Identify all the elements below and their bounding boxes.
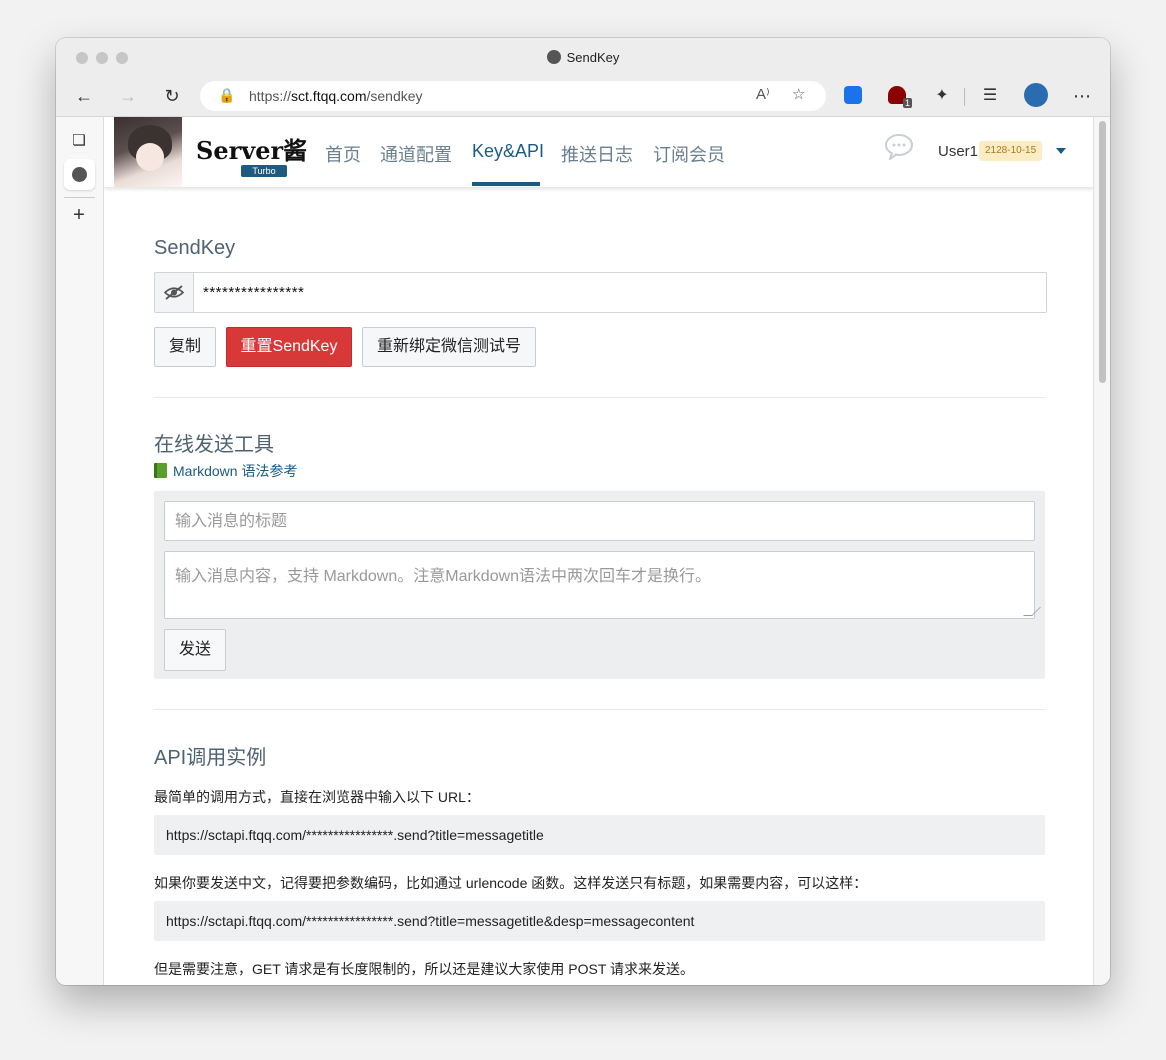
browser-window: SendKey ← → ↻ 🔒 https://sct.ftqq.com/sen… [56, 38, 1110, 985]
markdown-reference-link[interactable]: Markdown 语法参考 [154, 461, 297, 481]
url-text: https://sct.ftqq.com/sendkey [249, 88, 423, 104]
resize-handle-icon[interactable] [1023, 607, 1041, 616]
nav-link-key-api[interactable]: Key&API [472, 141, 544, 162]
toggle-visibility-button[interactable] [155, 273, 194, 312]
tab-actions-icon[interactable]: ❏ [67, 129, 91, 153]
reload-icon[interactable]: ↻ [160, 84, 184, 108]
page-content: Server酱 Turbo 首页 通道配置 Key&API 推送日志 订阅会员 … [104, 117, 1094, 985]
extension-j-icon[interactable] [844, 86, 862, 104]
favorites-icon[interactable]: ☰ [978, 84, 1002, 108]
sendkey-masked-value[interactable]: **************** [203, 273, 304, 312]
membership-expiry-badge: 2128-10-15 [979, 141, 1043, 161]
sendkey-heading: SendKey [154, 237, 236, 259]
sidebar-divider [64, 197, 95, 198]
api-get-limit-note: 但是需要注意，GET 请求是有长度限制的，所以还是建议大家使用 POST 请求来… [154, 961, 695, 977]
mascot-logo-image [114, 117, 182, 187]
site-navbar: Server酱 Turbo 首页 通道配置 Key&API 推送日志 订阅会员 … [104, 117, 1094, 187]
nav-link-push-log[interactable]: 推送日志 [561, 141, 633, 167]
sidebar-tab-sendkey[interactable] [64, 159, 95, 190]
address-bar[interactable]: 🔒 https://sct.ftqq.com/sendkey A⁾ ☆ [200, 81, 826, 111]
message-title-input[interactable]: 输入消息的标题 [164, 501, 1035, 541]
add-favorite-icon[interactable]: ☆ [792, 85, 805, 103]
brand-logo-text[interactable]: Server酱 [196, 131, 307, 166]
copy-button[interactable]: 复制 [154, 327, 216, 367]
title-bar: SendKey [56, 38, 1110, 78]
browser-toolbar: ← → ↻ 🔒 https://sct.ftqq.com/sendkey A⁾ … [56, 78, 1110, 117]
section-divider [154, 709, 1045, 710]
tab-favicon-icon [72, 167, 87, 182]
nav-link-subscription[interactable]: 订阅会员 [653, 141, 725, 167]
profile-avatar-icon[interactable] [1024, 83, 1048, 107]
more-menu-icon[interactable]: ⋯ [1070, 84, 1094, 108]
nav-link-channel-config[interactable]: 通道配置 [380, 141, 452, 167]
send-button[interactable]: 发送 [164, 629, 226, 671]
read-aloud-icon[interactable]: A⁾ [756, 85, 770, 103]
section-divider [154, 397, 1045, 398]
ublock-icon[interactable]: 1 [888, 86, 912, 108]
online-tool-heading: 在线发送工具 [154, 434, 274, 456]
forward-arrow-icon[interactable]: → [116, 84, 140, 108]
eye-slash-icon [163, 285, 185, 300]
api-encoding-note: 如果你要发送中文，记得要把参数编码，比如通过 urlencode 函数。这样发送… [154, 875, 868, 891]
turbo-badge: Turbo [241, 165, 287, 177]
lock-icon: 🔒 [218, 87, 236, 103]
window-title: SendKey [56, 38, 1110, 78]
api-url-example-with-desp[interactable]: https://sctapi.ftqq.com/****************… [154, 901, 1045, 941]
page-scrollbar[interactable] [1093, 117, 1110, 985]
new-tab-plus-icon[interactable]: + [67, 203, 91, 227]
extensions-puzzle-icon[interactable]: ✦ [930, 84, 954, 108]
username[interactable]: User1 [938, 143, 978, 160]
chat-bubble-icon[interactable] [884, 134, 914, 160]
api-url-example-simple[interactable]: https://sctapi.ftqq.com/****************… [154, 815, 1045, 855]
vertical-tabs-sidebar: ❏ + [56, 117, 104, 985]
api-examples-heading: API调用实例 [154, 747, 267, 769]
nav-link-home[interactable]: 首页 [325, 141, 361, 167]
api-intro-text: 最简单的调用方式，直接在浏览器中输入以下 URL： [154, 789, 480, 805]
green-book-icon [154, 463, 167, 478]
toolbar-divider [964, 88, 965, 106]
sendkey-field: **************** [154, 272, 1047, 313]
rebind-wechat-button[interactable]: 重新绑定微信测试号 [362, 327, 536, 367]
message-content-textarea[interactable]: 输入消息内容，支持 Markdown。注意Markdown语法中两次回车才是换行… [164, 551, 1041, 619]
tab-favicon-icon [546, 50, 561, 64]
scrollbar-thumb[interactable] [1099, 121, 1106, 383]
reset-sendkey-button[interactable]: 重置SendKey [226, 327, 352, 367]
send-tool-panel: 输入消息的标题 输入消息内容，支持 Markdown。注意Markdown语法中… [154, 491, 1045, 679]
back-arrow-icon[interactable]: ← [72, 84, 96, 108]
active-nav-indicator [472, 182, 540, 186]
user-menu-caret-icon[interactable] [1056, 148, 1066, 154]
